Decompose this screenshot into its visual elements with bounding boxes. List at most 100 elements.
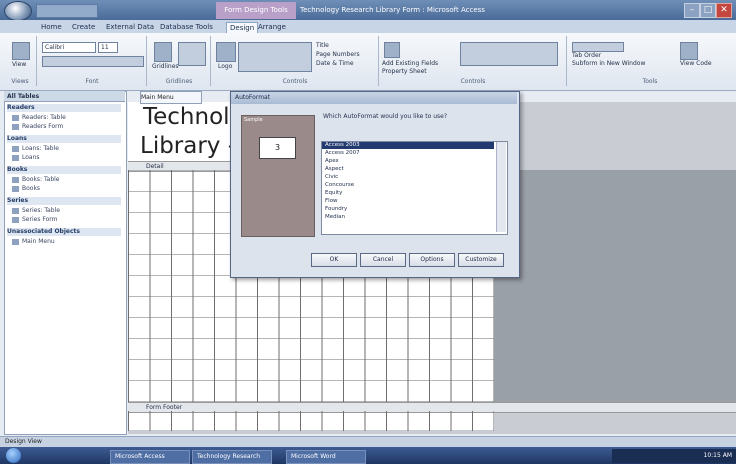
nav-item-label: Series: Table: [22, 207, 60, 214]
group-label-font: Font: [85, 78, 99, 85]
nav-group-loans[interactable]: Loans: [7, 135, 121, 143]
tab-order-control[interactable]: [572, 42, 624, 52]
group-label-tools: Tools: [642, 78, 658, 85]
nav-item-label: Books: [22, 185, 41, 192]
page-numbers-label[interactable]: Page Numbers: [316, 51, 360, 58]
tab-create[interactable]: Create: [72, 22, 95, 33]
autoformat-option[interactable]: Apex: [325, 158, 339, 164]
view-button-label[interactable]: View: [12, 61, 26, 68]
add-field-icon[interactable]: [384, 42, 400, 58]
form-background-area: [494, 170, 736, 402]
form-heading-line2[interactable]: Library -: [140, 133, 236, 159]
close-button[interactable]: ✕: [716, 3, 732, 18]
form-footer-label: Form Footer: [146, 404, 183, 411]
ok-button[interactable]: OK: [311, 253, 357, 267]
nav-pane-header[interactable]: All Tables: [4, 91, 125, 102]
start-button-icon[interactable]: [6, 448, 21, 463]
ribbon-group-tools: Tab Order Subform in New Window View Cod…: [568, 36, 732, 86]
office-button-icon[interactable]: [4, 1, 32, 21]
add-existing-fields-label[interactable]: Add Existing Fields: [382, 60, 438, 67]
font-name-value: Calibri: [45, 44, 65, 51]
date-time-label[interactable]: Date & Time: [316, 60, 354, 67]
nav-item-label: Books: Table: [22, 176, 60, 183]
autoformat-option[interactable]: Foundry: [325, 206, 347, 212]
view-icon[interactable]: [12, 42, 30, 60]
gridlines-label[interactable]: Gridlines: [152, 63, 179, 70]
taskbar-item[interactable]: Microsoft Access: [110, 450, 190, 464]
group-label-views: Views: [11, 78, 29, 85]
form-icon: [12, 216, 19, 223]
dialog-title[interactable]: AutoFormat: [231, 92, 517, 104]
form-icon: [12, 238, 19, 245]
nav-item-label: Readers Form: [22, 123, 64, 130]
dialog-prompt: Which AutoFormat would you like to use?: [323, 113, 448, 120]
tab-external-data[interactable]: External Data: [106, 22, 154, 33]
autoformat-option[interactable]: Flow: [325, 198, 338, 204]
contextual-tab-label: Form Design Tools: [216, 2, 296, 19]
maximize-button[interactable]: □: [700, 3, 716, 18]
form-heading-line1[interactable]: Technolo: [143, 104, 244, 130]
view-code-label[interactable]: View Code: [680, 60, 712, 67]
list-scrollbar[interactable]: [496, 142, 506, 232]
table-icon: [12, 145, 19, 152]
nav-item-loans[interactable]: Loans: [12, 154, 40, 161]
autoformat-option[interactable]: Access 2003: [325, 142, 360, 148]
gridlines-icon[interactable]: [154, 42, 172, 62]
nav-group-series[interactable]: Series: [7, 197, 121, 205]
nav-group-readers[interactable]: Readers: [7, 104, 121, 112]
font-format-buttons[interactable]: [42, 56, 144, 67]
font-size-box[interactable]: 11: [98, 42, 118, 53]
table-icon: [12, 176, 19, 183]
logo-label[interactable]: Logo: [218, 63, 232, 70]
ribbon-group-controls-2: Add Existing Fields Property Sheet Contr…: [380, 36, 567, 86]
autoformat-option[interactable]: Access 2007: [325, 150, 360, 156]
tab-order-label[interactable]: Tab Order: [572, 52, 601, 59]
document-tab[interactable]: Main Menu: [140, 91, 202, 104]
nav-item-main-menu[interactable]: Main Menu: [12, 238, 55, 245]
autoformat-option[interactable]: Equity: [325, 190, 342, 196]
ribbon-group-font: Calibri 11 Font: [38, 36, 147, 86]
nav-item-readers-table[interactable]: Readers: Table: [12, 114, 66, 121]
nav-item-books-table[interactable]: Books: Table: [12, 176, 60, 183]
control-buttons[interactable]: [460, 42, 558, 66]
autoformat-option[interactable]: Median: [325, 214, 345, 220]
customize-button[interactable]: Customize: [458, 253, 504, 267]
ribbon-group-views: View Views: [4, 36, 37, 86]
property-sheet-icon[interactable]: [680, 42, 698, 60]
nav-group-unassociated[interactable]: Unassociated Objects: [7, 228, 121, 236]
sample-label: Sample: [244, 117, 263, 123]
logo-icon[interactable]: [216, 42, 236, 62]
sample-preview: [241, 115, 315, 237]
nav-group-books[interactable]: Books: [7, 166, 121, 174]
title-label[interactable]: Title: [316, 42, 329, 49]
controls-gallery[interactable]: [238, 42, 312, 72]
tab-home[interactable]: Home: [41, 22, 62, 33]
nav-header-label: All Tables: [7, 93, 40, 100]
taskbar-item[interactable]: Technology Research: [192, 450, 272, 464]
font-name-box[interactable]: Calibri: [42, 42, 96, 53]
nav-item-label: Loans: [22, 154, 40, 161]
tab-arrange[interactable]: Arrange: [258, 22, 286, 33]
autoformat-option[interactable]: Civic: [325, 174, 338, 180]
footer-grid[interactable]: [128, 411, 494, 431]
nav-item-series-form[interactable]: Series Form: [12, 216, 57, 223]
autoformat-option[interactable]: Concourse: [325, 182, 354, 188]
gridline-options[interactable]: [178, 42, 206, 66]
tab-database-tools[interactable]: Database Tools: [160, 22, 213, 33]
table-icon: [12, 207, 19, 214]
nav-item-label: Loans: Table: [22, 145, 59, 152]
options-button[interactable]: Options: [409, 253, 455, 267]
quick-access-toolbar[interactable]: [36, 4, 98, 18]
minimize-button[interactable]: –: [684, 3, 700, 18]
autoformat-option[interactable]: Aspect: [325, 166, 344, 172]
nav-item-books[interactable]: Books: [12, 185, 40, 192]
sample-box: 3: [259, 137, 296, 159]
nav-item-series-table[interactable]: Series: Table: [12, 207, 60, 214]
nav-item-loans-table[interactable]: Loans: Table: [12, 145, 59, 152]
property-sheet-label[interactable]: Property Sheet: [382, 68, 427, 75]
system-tray-clock[interactable]: 10:15 AM: [612, 449, 736, 463]
taskbar-item[interactable]: Microsoft Word: [286, 450, 366, 464]
nav-item-readers-form[interactable]: Readers Form: [12, 123, 63, 130]
cancel-button[interactable]: Cancel: [360, 253, 406, 267]
subform-label[interactable]: Subform in New Window: [572, 60, 645, 67]
